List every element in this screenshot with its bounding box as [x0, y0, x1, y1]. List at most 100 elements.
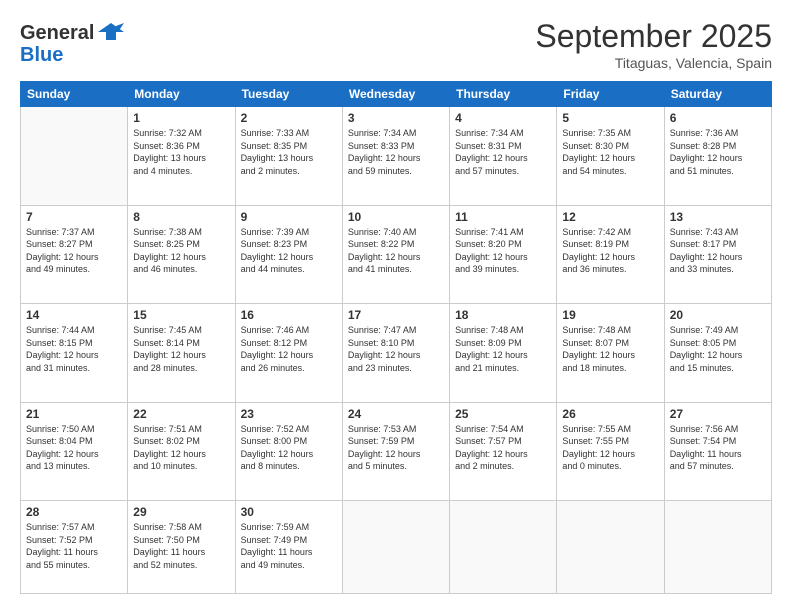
- logo-bird-icon: [96, 18, 126, 48]
- calendar-cell: 22 Sunrise: 7:51 AM Sunset: 8:02 PM Dayli…: [128, 402, 235, 501]
- day-number: 15: [133, 308, 229, 322]
- cell-info: Sunrise: 7:37 AM Sunset: 8:27 PM Dayligh…: [26, 226, 122, 276]
- calendar-cell: 11 Sunrise: 7:41 AM Sunset: 8:20 PM Dayli…: [450, 205, 557, 304]
- calendar-cell: 20 Sunrise: 7:49 AM Sunset: 8:05 PM Dayli…: [664, 304, 771, 403]
- day-number: 9: [241, 210, 337, 224]
- cell-info: Sunrise: 7:41 AM Sunset: 8:20 PM Dayligh…: [455, 226, 551, 276]
- cell-info: Sunrise: 7:48 AM Sunset: 8:09 PM Dayligh…: [455, 324, 551, 374]
- cell-info: Sunrise: 7:33 AM Sunset: 8:35 PM Dayligh…: [241, 127, 337, 177]
- calendar-cell: [21, 107, 128, 206]
- calendar-cell: 29 Sunrise: 7:58 AM Sunset: 7:50 PM Dayli…: [128, 501, 235, 594]
- logo-general-text: General: [20, 22, 94, 45]
- calendar-cell: [557, 501, 664, 594]
- calendar-cell: 7 Sunrise: 7:37 AM Sunset: 8:27 PM Daylig…: [21, 205, 128, 304]
- calendar-row-4: 21 Sunrise: 7:50 AM Sunset: 8:04 PM Dayli…: [21, 402, 772, 501]
- day-number: 1: [133, 111, 229, 125]
- cell-info: Sunrise: 7:35 AM Sunset: 8:30 PM Dayligh…: [562, 127, 658, 177]
- cell-info: Sunrise: 7:40 AM Sunset: 8:22 PM Dayligh…: [348, 226, 444, 276]
- day-number: 25: [455, 407, 551, 421]
- calendar-cell: 30 Sunrise: 7:59 AM Sunset: 7:49 PM Dayli…: [235, 501, 342, 594]
- calendar-cell: 17 Sunrise: 7:47 AM Sunset: 8:10 PM Dayli…: [342, 304, 449, 403]
- cell-info: Sunrise: 7:39 AM Sunset: 8:23 PM Dayligh…: [241, 226, 337, 276]
- day-number: 5: [562, 111, 658, 125]
- calendar-row-2: 7 Sunrise: 7:37 AM Sunset: 8:27 PM Daylig…: [21, 205, 772, 304]
- cell-info: Sunrise: 7:44 AM Sunset: 8:15 PM Dayligh…: [26, 324, 122, 374]
- cell-info: Sunrise: 7:45 AM Sunset: 8:14 PM Dayligh…: [133, 324, 229, 374]
- calendar-cell: 3 Sunrise: 7:34 AM Sunset: 8:33 PM Daylig…: [342, 107, 449, 206]
- day-number: 11: [455, 210, 551, 224]
- cell-info: Sunrise: 7:51 AM Sunset: 8:02 PM Dayligh…: [133, 423, 229, 473]
- day-number: 28: [26, 505, 122, 519]
- month-title: September 2025: [535, 18, 772, 55]
- day-number: 2: [241, 111, 337, 125]
- weekday-header-sunday: Sunday: [21, 82, 128, 107]
- day-number: 23: [241, 407, 337, 421]
- calendar-cell: 25 Sunrise: 7:54 AM Sunset: 7:57 PM Dayli…: [450, 402, 557, 501]
- weekday-header-saturday: Saturday: [664, 82, 771, 107]
- cell-info: Sunrise: 7:47 AM Sunset: 8:10 PM Dayligh…: [348, 324, 444, 374]
- calendar-cell: 6 Sunrise: 7:36 AM Sunset: 8:28 PM Daylig…: [664, 107, 771, 206]
- calendar-cell: 9 Sunrise: 7:39 AM Sunset: 8:23 PM Daylig…: [235, 205, 342, 304]
- calendar-table: SundayMondayTuesdayWednesdayThursdayFrid…: [20, 81, 772, 594]
- weekday-header-row: SundayMondayTuesdayWednesdayThursdayFrid…: [21, 82, 772, 107]
- day-number: 21: [26, 407, 122, 421]
- cell-info: Sunrise: 7:48 AM Sunset: 8:07 PM Dayligh…: [562, 324, 658, 374]
- weekday-header-tuesday: Tuesday: [235, 82, 342, 107]
- header: General Blue September 2025 Titaguas, Va…: [20, 18, 772, 71]
- calendar-cell: 5 Sunrise: 7:35 AM Sunset: 8:30 PM Daylig…: [557, 107, 664, 206]
- calendar-cell: 4Sunrise: 7:34 AM Sunset: 8:31 PM Daylig…: [450, 107, 557, 206]
- day-number: 13: [670, 210, 766, 224]
- calendar-cell: 15 Sunrise: 7:45 AM Sunset: 8:14 PM Dayli…: [128, 304, 235, 403]
- day-number: 17: [348, 308, 444, 322]
- calendar-cell: [450, 501, 557, 594]
- calendar-cell: 2 Sunrise: 7:33 AM Sunset: 8:35 PM Daylig…: [235, 107, 342, 206]
- day-number: 12: [562, 210, 658, 224]
- calendar-cell: 14Sunrise: 7:44 AM Sunset: 8:15 PM Dayli…: [21, 304, 128, 403]
- day-number: 22: [133, 407, 229, 421]
- cell-info: Sunrise: 7:36 AM Sunset: 8:28 PM Dayligh…: [670, 127, 766, 177]
- day-number: 16: [241, 308, 337, 322]
- cell-info: Sunrise: 7:56 AM Sunset: 7:54 PM Dayligh…: [670, 423, 766, 473]
- cell-info: Sunrise: 7:54 AM Sunset: 7:57 PM Dayligh…: [455, 423, 551, 473]
- cell-info: Sunrise: 7:57 AM Sunset: 7:52 PM Dayligh…: [26, 521, 122, 571]
- cell-info: Sunrise: 7:38 AM Sunset: 8:25 PM Dayligh…: [133, 226, 229, 276]
- day-number: 3: [348, 111, 444, 125]
- day-number: 19: [562, 308, 658, 322]
- calendar-cell: 18Sunrise: 7:48 AM Sunset: 8:09 PM Dayli…: [450, 304, 557, 403]
- logo: General Blue: [20, 18, 126, 67]
- cell-info: Sunrise: 7:58 AM Sunset: 7:50 PM Dayligh…: [133, 521, 229, 571]
- day-number: 6: [670, 111, 766, 125]
- calendar-row-3: 14Sunrise: 7:44 AM Sunset: 8:15 PM Dayli…: [21, 304, 772, 403]
- cell-info: Sunrise: 7:34 AM Sunset: 8:33 PM Dayligh…: [348, 127, 444, 177]
- day-number: 29: [133, 505, 229, 519]
- calendar-cell: [342, 501, 449, 594]
- calendar-cell: 10 Sunrise: 7:40 AM Sunset: 8:22 PM Dayli…: [342, 205, 449, 304]
- calendar-cell: 19 Sunrise: 7:48 AM Sunset: 8:07 PM Dayli…: [557, 304, 664, 403]
- cell-info: Sunrise: 7:59 AM Sunset: 7:49 PM Dayligh…: [241, 521, 337, 571]
- calendar-cell: 24 Sunrise: 7:53 AM Sunset: 7:59 PM Dayli…: [342, 402, 449, 501]
- weekday-header-wednesday: Wednesday: [342, 82, 449, 107]
- cell-info: Sunrise: 7:53 AM Sunset: 7:59 PM Dayligh…: [348, 423, 444, 473]
- calendar-cell: 13Sunrise: 7:43 AM Sunset: 8:17 PM Dayli…: [664, 205, 771, 304]
- cell-info: Sunrise: 7:42 AM Sunset: 8:19 PM Dayligh…: [562, 226, 658, 276]
- day-number: 30: [241, 505, 337, 519]
- day-number: 26: [562, 407, 658, 421]
- day-number: 8: [133, 210, 229, 224]
- calendar-cell: 8 Sunrise: 7:38 AM Sunset: 8:25 PM Daylig…: [128, 205, 235, 304]
- cell-info: Sunrise: 7:55 AM Sunset: 7:55 PM Dayligh…: [562, 423, 658, 473]
- cell-info: Sunrise: 7:34 AM Sunset: 8:31 PM Dayligh…: [455, 127, 551, 177]
- calendar-cell: 28 Sunrise: 7:57 AM Sunset: 7:52 PM Dayli…: [21, 501, 128, 594]
- cell-info: Sunrise: 7:50 AM Sunset: 8:04 PM Dayligh…: [26, 423, 122, 473]
- cell-info: Sunrise: 7:46 AM Sunset: 8:12 PM Dayligh…: [241, 324, 337, 374]
- day-number: 7: [26, 210, 122, 224]
- calendar-cell: 27Sunrise: 7:56 AM Sunset: 7:54 PM Dayli…: [664, 402, 771, 501]
- calendar-page: General Blue September 2025 Titaguas, Va…: [0, 0, 792, 612]
- day-number: 20: [670, 308, 766, 322]
- calendar-cell: 16 Sunrise: 7:46 AM Sunset: 8:12 PM Dayli…: [235, 304, 342, 403]
- weekday-header-thursday: Thursday: [450, 82, 557, 107]
- cell-info: Sunrise: 7:49 AM Sunset: 8:05 PM Dayligh…: [670, 324, 766, 374]
- title-block: September 2025 Titaguas, Valencia, Spain: [535, 18, 772, 71]
- day-number: 10: [348, 210, 444, 224]
- day-number: 24: [348, 407, 444, 421]
- calendar-cell: 26 Sunrise: 7:55 AM Sunset: 7:55 PM Dayli…: [557, 402, 664, 501]
